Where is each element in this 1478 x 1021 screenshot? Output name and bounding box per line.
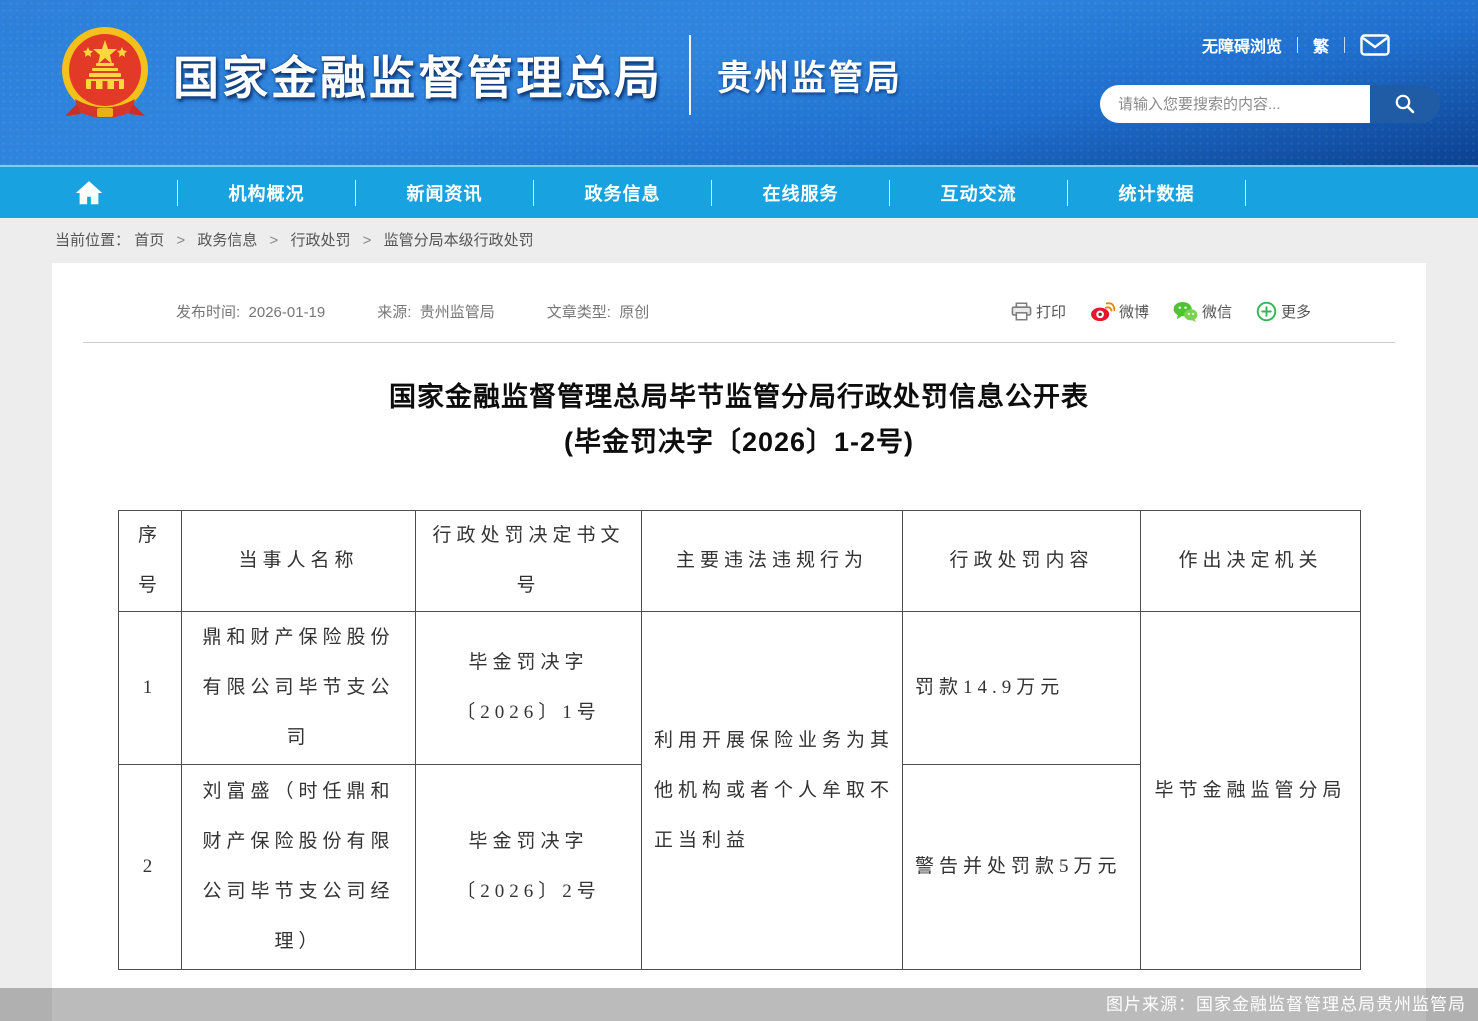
breadcrumb-government-info[interactable]: 政务信息 (197, 232, 257, 249)
type-value: 原创 (619, 304, 649, 321)
header-link-separator (1344, 37, 1345, 53)
doc-line-1: 毕金罚决字 (426, 638, 631, 688)
weibo-label: 微博 (1119, 301, 1149, 322)
header-link-separator (1297, 37, 1298, 53)
page-title-line2: (毕金罚决字〔2026〕1-2号) (52, 420, 1426, 465)
nav-item-government-info[interactable]: 政务信息 (534, 167, 711, 218)
nav-item-online-services[interactable]: 在线服务 (712, 167, 889, 218)
search-input[interactable] (1100, 85, 1370, 123)
nav-item-statistics[interactable]: 统计数据 (1068, 167, 1245, 218)
article-meta: 发布时间: 2026-01-19 来源: 贵州监管局 文章类型: 原创 (176, 301, 649, 322)
site-header: 国家金融监督管理总局 贵州监管局 无障碍浏览 繁 (0, 0, 1478, 165)
cell-violation-merged: 利用开展保险业务为其他机构或者个人牟取不正当利益 (642, 612, 903, 970)
search-bar (1100, 85, 1440, 123)
mail-icon (1360, 34, 1390, 56)
publish-date-label: 发布时间: (176, 304, 240, 321)
nav-home[interactable] (0, 167, 177, 218)
national-emblem-logo (55, 24, 155, 126)
breadcrumb-current-page: 监管分局本级行政处罚 (384, 232, 534, 249)
site-title[interactable]: 国家金融监督管理总局 (173, 42, 663, 108)
doc-line-2: 〔2026〕1号 (426, 688, 631, 738)
more-share-button[interactable]: 更多 (1256, 301, 1311, 322)
header-top-links: 无障碍浏览 繁 (1202, 33, 1390, 57)
publish-date-value: 2026-01-19 (249, 304, 326, 321)
wechat-share-button[interactable]: 微信 (1173, 301, 1232, 322)
page-title-line1: 国家金融监督管理总局毕节监管分局行政处罚信息公开表 (52, 375, 1426, 420)
penalty-table: 序号 当事人名称 行政处罚决定书文号 主要违法违规行为 行政处罚内容 作出决定机… (118, 510, 1361, 970)
header-branding: 国家金融监督管理总局 贵州监管局 (55, 24, 902, 126)
table-row: 1 鼎和财产保险股份有限公司毕节支公司 毕金罚决字 〔2026〕1号 利用开展保… (119, 612, 1361, 765)
page-title: 国家金融监督管理总局毕节监管分局行政处罚信息公开表 (毕金罚决字〔2026〕1-… (52, 375, 1426, 465)
cell-party-1: 鼎和财产保险股份有限公司毕节支公司 (182, 612, 416, 765)
article-source: 来源: 贵州监管局 (377, 301, 495, 322)
search-icon (1393, 92, 1417, 116)
nav-item-news[interactable]: 新闻资讯 (356, 167, 533, 218)
article-container: 发布时间: 2026-01-19 来源: 贵州监管局 文章类型: 原创 打印 (52, 263, 1426, 1021)
header-cell-violation: 主要违法违规行为 (642, 511, 903, 612)
doc-line-2: 〔2026〕2号 (426, 867, 631, 917)
bureau-title[interactable]: 贵州监管局 (717, 50, 902, 101)
article-meta-row: 发布时间: 2026-01-19 来源: 贵州监管局 文章类型: 原创 打印 (52, 263, 1426, 322)
cell-party-2: 刘富盛（时任鼎和财产保险股份有限公司毕节支公司经理） (182, 765, 416, 970)
breadcrumb-home[interactable]: 首页 (134, 232, 164, 249)
weibo-share-button[interactable]: 微博 (1090, 301, 1149, 322)
print-button[interactable]: 打印 (1011, 301, 1066, 322)
cell-authority-merged: 毕节金融监管分局 (1141, 612, 1361, 970)
header-cell-doc-number: 行政处罚决定书文号 (416, 511, 642, 612)
cell-doc-2: 毕金罚决字 〔2026〕2号 (416, 765, 642, 970)
nav-item-interaction[interactable]: 互动交流 (890, 167, 1067, 218)
nav-item-organization[interactable]: 机构概况 (178, 167, 355, 218)
cell-no-2: 2 (119, 765, 182, 970)
breadcrumb-label: 当前位置： (55, 232, 130, 249)
breadcrumb-separator: > (176, 232, 185, 249)
type-label: 文章类型: (547, 304, 611, 321)
meta-divider-line (83, 342, 1395, 343)
home-icon (74, 179, 104, 207)
traditional-chinese-link[interactable]: 繁 (1313, 33, 1329, 57)
header-cell-no: 序号 (119, 511, 182, 612)
cell-penalty-2: 警告并处罚款5万元 (903, 765, 1141, 970)
plus-circle-icon (1256, 301, 1277, 322)
wechat-label: 微信 (1202, 301, 1232, 322)
breadcrumb-separator: > (270, 232, 279, 249)
cell-doc-1: 毕金罚决字 〔2026〕1号 (416, 612, 642, 765)
breadcrumb-separator: > (363, 232, 372, 249)
breadcrumb-penalties[interactable]: 行政处罚 (290, 232, 350, 249)
cell-penalty-1: 罚款14.9万元 (903, 612, 1141, 765)
source-label: 来源: (377, 304, 411, 321)
cell-no-1: 1 (119, 612, 182, 765)
image-source-caption: 图片来源：国家金融监督管理总局贵州监管局 (0, 988, 1478, 1021)
print-label: 打印 (1036, 301, 1066, 322)
source-value: 贵州监管局 (420, 304, 495, 321)
mail-button[interactable] (1360, 34, 1390, 56)
printer-icon (1011, 302, 1032, 321)
wechat-icon (1173, 301, 1198, 322)
header-cell-penalty: 行政处罚内容 (903, 511, 1141, 612)
article-type: 文章类型: 原创 (547, 301, 650, 322)
more-label: 更多 (1281, 301, 1311, 322)
doc-line-1: 毕金罚决字 (426, 817, 631, 867)
publish-date: 发布时间: 2026-01-19 (176, 301, 325, 322)
title-divider (689, 35, 691, 115)
main-navigation: 机构概况 新闻资讯 政务信息 在线服务 互动交流 统计数据 (0, 165, 1478, 218)
header-cell-party: 当事人名称 (182, 511, 416, 612)
table-header-row: 序号 当事人名称 行政处罚决定书文号 主要违法违规行为 行政处罚内容 作出决定机… (119, 511, 1361, 612)
share-toolbar: 打印 微博 (1011, 301, 1311, 322)
header-cell-authority: 作出决定机关 (1141, 511, 1361, 612)
breadcrumb: 当前位置： 首页 > 政务信息 > 行政处罚 > 监管分局本级行政处罚 (0, 218, 1478, 263)
weibo-icon (1090, 301, 1115, 322)
accessibility-link[interactable]: 无障碍浏览 (1202, 33, 1282, 57)
nav-divider (1245, 180, 1246, 206)
search-button[interactable] (1370, 85, 1440, 123)
